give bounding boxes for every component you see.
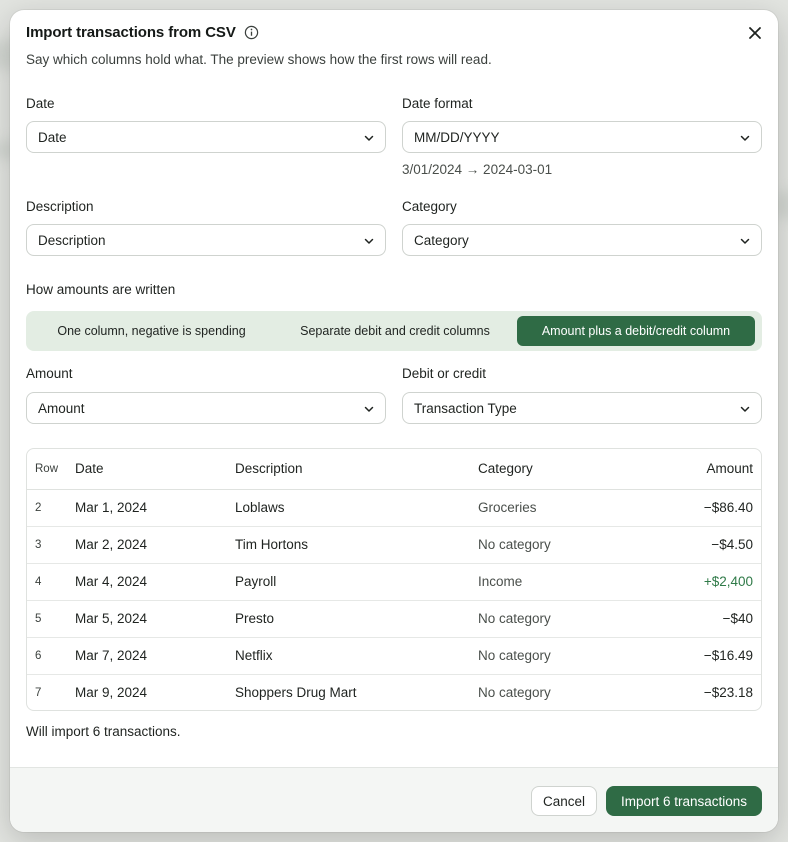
table-row: 4 Mar 4, 2024 Payroll Income +$2,400 <box>27 563 761 601</box>
amount-label: Amount <box>26 366 73 381</box>
amount-cell: −$23.18 <box>703 685 753 701</box>
description-label: Description <box>26 199 94 214</box>
description-column-value: Description <box>38 232 106 248</box>
row-number-cell: 2 <box>27 489 75 527</box>
category-label: Category <box>402 199 457 214</box>
close-icon[interactable] <box>746 24 764 42</box>
chevron-down-icon <box>740 238 750 244</box>
date-cell: Mar 7, 2024 <box>75 637 235 675</box>
amount-cell: −$86.40 <box>638 489 761 527</box>
column-header-description: Description <box>235 449 478 490</box>
description-cell: Payroll <box>235 563 478 601</box>
row-number-cell: 5 <box>27 600 75 638</box>
debit-credit-column-value: Transaction Type <box>414 400 517 416</box>
dialog-footer: Cancel Import 6 transactions <box>10 767 778 832</box>
date-cell: Mar 4, 2024 <box>75 563 235 601</box>
dialog-header: Import transactions from CSV <box>26 24 259 41</box>
table-row: 5 Mar 5, 2024 Presto No category −$40 <box>27 600 761 638</box>
debit-credit-label: Debit or credit <box>402 366 487 381</box>
column-header-amount: Amount <box>638 449 761 490</box>
cancel-button[interactable]: Cancel <box>531 786 597 816</box>
column-header-row: Row <box>27 449 75 490</box>
import-dialog: Import transactions from CSV Say which c… <box>10 10 778 832</box>
column-header-category: Category <box>478 449 638 490</box>
description-cell: Presto <box>235 600 478 638</box>
amount-column-select[interactable]: Amount <box>26 392 386 424</box>
amount-cell: −$4.50 <box>638 526 761 564</box>
dialog-subtitle: Say which columns hold what. The preview… <box>26 52 492 67</box>
row-number-cell: 7 <box>35 686 42 699</box>
chevron-down-icon <box>364 135 374 141</box>
description-cell: Tim Hortons <box>235 526 478 564</box>
chevron-down-icon <box>364 238 374 244</box>
amount-column-value: Amount <box>38 400 85 416</box>
date-column-select[interactable]: Date <box>26 121 386 153</box>
category-cell: Income <box>478 563 638 601</box>
amount-mode-option-type-column[interactable]: Amount plus a debit/credit column <box>517 316 755 346</box>
table-row: 7 Mar 9, 2024 Shoppers Drug Mart No categor… <box>27 674 761 710</box>
preview-table: Row Date Description Category Amount 2 Ma… <box>26 448 762 711</box>
chevron-down-icon <box>364 406 374 412</box>
table-row: 6 Mar 7, 2024 Netflix No category −$16.49 <box>27 637 761 675</box>
category-cell: No category <box>478 526 638 564</box>
amount-cell: +$2,400 <box>638 563 761 601</box>
import-summary: Will import 6 transactions. <box>26 724 181 739</box>
chevron-down-icon <box>740 135 750 141</box>
date-cell: Mar 2, 2024 <box>75 526 235 564</box>
amount-cell: −$16.49 <box>638 637 761 675</box>
table-row: 2 Mar 1, 2024 Loblaws Groceries −$86.40 <box>27 489 761 527</box>
table-header-row: Row Date Description Category Amount <box>27 449 761 490</box>
category-cell: No category <box>478 600 638 638</box>
table-row: 3 Mar 2, 2024 Tim Hortons No category −$4.50 <box>27 526 761 564</box>
date-column-value: Date <box>38 129 67 145</box>
description-cell: Loblaws <box>235 489 478 527</box>
category-cell: No category <box>478 685 551 701</box>
category-cell: No category <box>478 637 638 675</box>
date-format-value: MM/DD/YYYY <box>414 129 500 145</box>
date-format-label: Date format <box>402 96 473 111</box>
date-cell: Mar 5, 2024 <box>75 600 235 638</box>
category-column-value: Category <box>414 232 469 248</box>
row-number-cell: 6 <box>27 637 75 675</box>
row-number-cell: 3 <box>27 526 75 564</box>
import-button[interactable]: Import 6 transactions <box>606 786 762 816</box>
info-icon[interactable] <box>244 25 259 40</box>
amount-mode-label: How amounts are written <box>26 282 176 297</box>
amount-cell: −$40 <box>638 600 761 638</box>
date-format-example: 3/01/2024 → 2024-03-01 <box>402 162 553 177</box>
amount-mode-option-debit-credit-columns[interactable]: Separate debit and credit columns <box>273 316 517 346</box>
column-header-date: Date <box>75 449 235 490</box>
date-cell: Mar 1, 2024 <box>75 489 235 527</box>
amount-mode-segmented-control: One column, negative is spending Separat… <box>26 311 762 351</box>
chevron-down-icon <box>740 406 750 412</box>
category-cell: Groceries <box>478 489 638 527</box>
description-cell: Shoppers Drug Mart <box>235 685 357 701</box>
category-column-select[interactable]: Category <box>402 224 762 256</box>
debit-credit-column-select[interactable]: Transaction Type <box>402 392 762 424</box>
date-cell: Mar 9, 2024 <box>75 685 148 701</box>
row-number-cell: 4 <box>27 563 75 601</box>
description-cell: Netflix <box>235 637 478 675</box>
description-column-select[interactable]: Description <box>26 224 386 256</box>
date-format-select[interactable]: MM/DD/YYYY <box>402 121 762 153</box>
dialog-title: Import transactions from CSV <box>26 24 236 41</box>
date-label: Date <box>26 96 55 111</box>
amount-mode-option-negative[interactable]: One column, negative is spending <box>30 316 273 346</box>
